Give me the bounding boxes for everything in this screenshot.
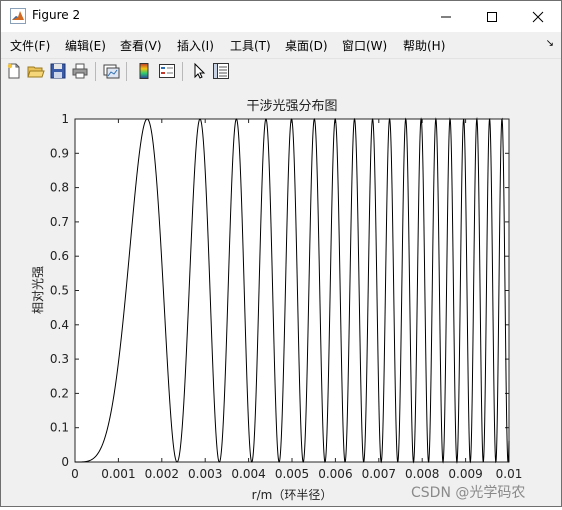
minimize-icon	[441, 16, 451, 17]
colorbar-icon[interactable]	[135, 62, 153, 80]
pointer-icon[interactable]	[190, 62, 208, 80]
menu-edit[interactable]: 编辑(E)	[65, 37, 106, 54]
y-tick-label: 0.5	[50, 284, 69, 298]
menu-help[interactable]: 帮助(H)	[403, 37, 445, 54]
menu-window[interactable]: 窗口(W)	[342, 37, 387, 54]
y-tick-label: 0.3	[50, 352, 69, 366]
x-tick-label: 0.005	[275, 467, 309, 481]
save-icon[interactable]	[49, 62, 67, 80]
title-bar[interactable]: Figure 2	[1, 1, 561, 32]
y-tick-label: 1	[61, 112, 69, 126]
close-button[interactable]	[515, 1, 561, 32]
menu-view[interactable]: 查看(V)	[120, 37, 162, 54]
toolbar-separator	[126, 62, 127, 81]
y-tick-label: 0.2	[50, 386, 69, 400]
y-tick-label: 0.4	[50, 318, 69, 332]
maximize-icon	[487, 11, 497, 22]
menu-bar: 文件(F) 编辑(E) 查看(V) 插入(I) 工具(T) 桌面(D) 窗口(W…	[1, 32, 561, 56]
x-tick-label: 0.001	[101, 467, 135, 481]
x-tick-label: 0	[71, 467, 79, 481]
maximize-button[interactable]	[469, 1, 515, 32]
y-tick-label: 0.6	[50, 249, 69, 263]
plot-area	[74, 118, 510, 463]
x-tick-label: 0.008	[405, 467, 439, 481]
menu-insert[interactable]: 插入(I)	[177, 37, 214, 54]
menu-tools[interactable]: 工具(T)	[230, 37, 271, 54]
x-tick-label: 0.004	[231, 467, 265, 481]
window-title: Figure 2	[32, 8, 81, 22]
property-editor-icon[interactable]	[212, 62, 230, 80]
x-axis-label: r/m（环半径）	[252, 488, 333, 502]
legend-icon[interactable]	[158, 62, 176, 80]
figure-window: Figure 2 文件(F) 编辑(E) 查看(V) 插入(I) 工具(T) 桌…	[0, 0, 562, 507]
matlab-logo-icon	[10, 8, 26, 24]
y-tick-label: 0.1	[50, 421, 69, 435]
print-icon[interactable]	[71, 62, 89, 80]
open-folder-icon[interactable]	[27, 62, 45, 80]
y-tick-label: 0	[61, 455, 69, 469]
y-tick-label: 0.7	[50, 215, 69, 229]
chart-title: 干涉光强分布图	[246, 99, 337, 114]
y-tick-label: 0.8	[50, 181, 69, 195]
link-plot-icon[interactable]	[102, 62, 120, 80]
y-axis-label: 相对光强	[31, 266, 45, 314]
new-figure-icon[interactable]	[5, 62, 23, 80]
x-tick-label: 0.006	[318, 467, 352, 481]
watermark-text: CSDN @光学码农	[411, 485, 526, 501]
close-icon	[532, 11, 544, 22]
dock-arrow-icon[interactable]: ↘	[546, 38, 554, 49]
y-tick-label: 0.9	[50, 146, 69, 160]
figure-canvas: 干涉光强分布图 0 0.001 0.002 0.003 0.004 0.005 0.006 0…	[1, 85, 561, 506]
toolbar-separator	[95, 62, 96, 81]
x-tick-label: 0.003	[188, 467, 222, 481]
figure-toolbar	[1, 58, 561, 86]
x-tick-label: 0.01	[496, 467, 523, 481]
interference-plot[interactable]: 干涉光强分布图 0 0.001 0.002 0.003 0.004 0.005 0.006 0…	[1, 85, 561, 506]
x-tick-label: 0.007	[362, 467, 396, 481]
minimize-button[interactable]	[423, 1, 469, 32]
x-tick-label: 0.009	[448, 467, 482, 481]
toolbar-separator	[182, 62, 183, 81]
menu-file[interactable]: 文件(F)	[10, 37, 50, 54]
x-tick-label: 0.002	[145, 467, 179, 481]
menu-desktop[interactable]: 桌面(D)	[285, 37, 328, 54]
